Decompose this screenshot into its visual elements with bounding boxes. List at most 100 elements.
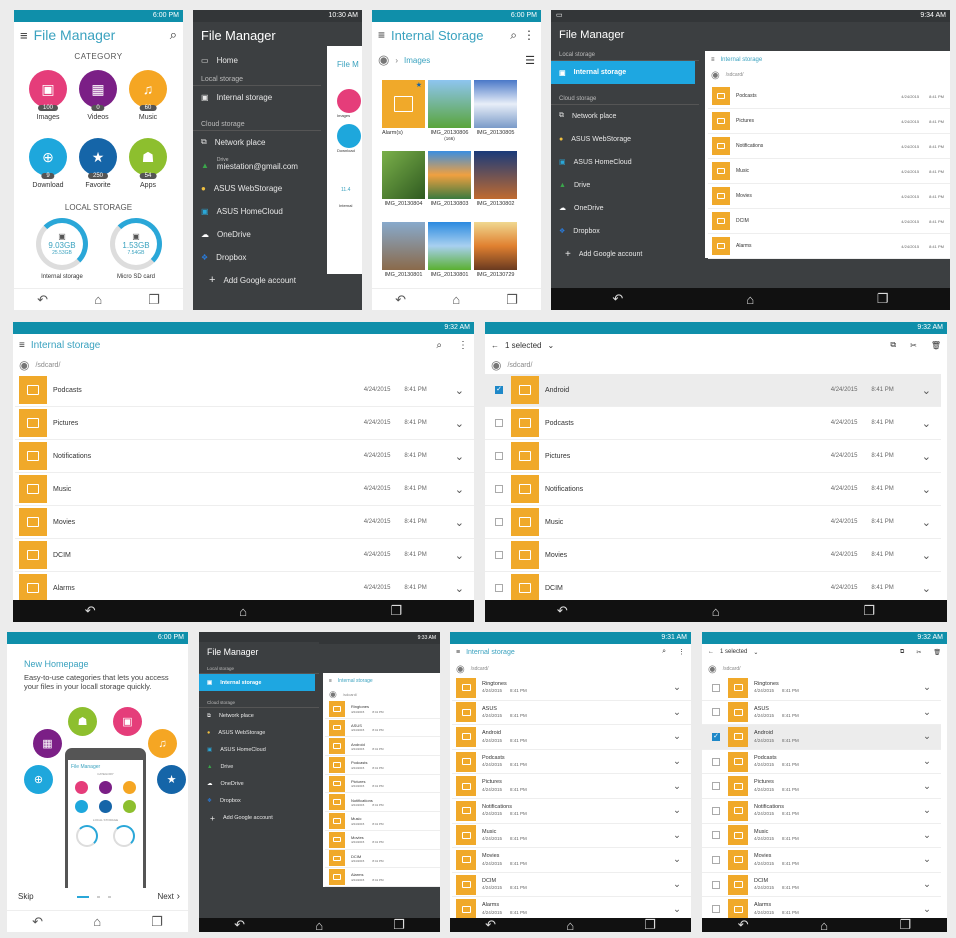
recent-apps-icon[interactable]: ❐: [900, 917, 912, 932]
checkbox[interactable]: ✓: [712, 732, 720, 741]
chevron-down-icon[interactable]: ⌄: [922, 483, 941, 496]
chevron-down-icon[interactable]: ⌄: [922, 549, 941, 562]
list-item[interactable]: Pictures 4/24/2015 8:41 PM: [325, 775, 440, 794]
menu-icon[interactable]: ≡: [711, 57, 715, 63]
list-item[interactable]: Music 4/24/2015 8:41 PM ⌄: [15, 473, 474, 506]
path-text[interactable]: /sdcard/: [507, 362, 532, 369]
drawer-item-cloud[interactable]: ● ASUS WebStorage: [199, 725, 319, 742]
storage-icon[interactable]: ◉: [378, 52, 389, 68]
checkbox[interactable]: [712, 782, 720, 791]
checkbox[interactable]: [495, 419, 503, 427]
menu-icon[interactable]: ≡: [456, 649, 460, 656]
chevron-down-icon[interactable]: ⌄: [922, 384, 941, 397]
back-arrow-icon[interactable]: ←: [708, 649, 714, 655]
home-icon[interactable]: ⌂: [746, 292, 754, 307]
checkbox[interactable]: ✓: [495, 386, 503, 394]
recent-apps-icon[interactable]: ❐: [393, 917, 405, 932]
chevron-down-icon[interactable]: ⌄: [673, 854, 691, 865]
grid-item[interactable]: IMG_20130801: [428, 222, 471, 278]
chevron-down-icon[interactable]: ⌄: [455, 582, 474, 595]
chevron-down-icon[interactable]: ⌄: [455, 384, 474, 397]
drawer-item-cloud[interactable]: ▲ Drive miestation@gmail.com: [193, 154, 321, 177]
home-icon[interactable]: ⌂: [566, 918, 574, 933]
list-item[interactable]: Pictures 4/24/2015 8:41 PM ⌄: [452, 774, 691, 799]
more-options-icon[interactable]: ⋮: [523, 28, 535, 42]
drawer-item-cloud[interactable]: ⧉ Network place: [193, 131, 321, 154]
path-text[interactable]: /sdcard/: [343, 692, 357, 697]
checkbox[interactable]: [712, 806, 720, 815]
list-item[interactable]: Pictures 4/24/2015 8:41 PM ⌄: [15, 407, 474, 440]
list-item[interactable]: Notifications 4/24/2015 8:41 PM ⌄: [485, 473, 941, 506]
chevron-down-icon[interactable]: ⌄: [455, 516, 474, 529]
checkbox[interactable]: [712, 831, 720, 840]
selection-count[interactable]: 1 selected: [720, 649, 747, 655]
add-google-account-button[interactable]: + Add Google account: [193, 269, 321, 292]
list-item[interactable]: Podcasts 4/24/2015 8:41 PM ⌄: [702, 750, 941, 775]
copy-icon[interactable]: ⧉: [900, 649, 904, 656]
list-item[interactable]: ASUS 4/24/2015 8:41 PM ⌄: [452, 701, 691, 726]
home-icon[interactable]: ⌂: [94, 292, 102, 307]
list-item[interactable]: Movies 4/24/2015 8:41 PM ⌄: [485, 539, 941, 572]
list-item[interactable]: DCIM 4/24/2015 8:41 PM ⌄: [15, 539, 474, 572]
list-item[interactable]: Music 4/24/2015 8:41 PM ⌄: [485, 506, 941, 539]
list-item[interactable]: Android 4/24/2015 8:41 PM ⌄: [452, 725, 691, 750]
path-text[interactable]: /sdcard/: [471, 666, 489, 672]
drawer-item-internal-storage[interactable]: ▣ Internal storage: [199, 674, 315, 691]
chevron-down-icon[interactable]: ⌄: [673, 879, 691, 890]
list-view-icon[interactable]: ☰: [525, 54, 535, 67]
menu-icon[interactable]: ≡: [19, 340, 25, 351]
drawer-item-cloud[interactable]: ▲ Drive: [551, 174, 699, 197]
drawer-item-cloud[interactable]: ❖ Dropbox: [193, 246, 321, 269]
chevron-down-icon[interactable]: ⌄: [922, 582, 941, 595]
back-arrow-icon[interactable]: ←: [491, 341, 499, 350]
chevron-down-icon[interactable]: ⌄: [673, 805, 691, 816]
back-icon[interactable]: ↶: [37, 292, 48, 308]
list-item[interactable]: DCIM 4/24/2015 8:41 PM ⌄: [702, 873, 941, 898]
list-item[interactable]: ASUS 4/24/2015 8:41 PM ⌄: [702, 701, 941, 726]
recent-apps-icon[interactable]: ❐: [644, 917, 656, 932]
list-item[interactable]: DCIM 4/24/2015 8:41 PM: [325, 850, 440, 869]
path-text[interactable]: /sdcard/: [723, 666, 741, 672]
chevron-down-icon[interactable]: ⌄: [923, 781, 941, 792]
chevron-down-icon[interactable]: ⌄: [923, 879, 941, 890]
list-item[interactable]: Music 4/24/2015 8:41 PM ⌄: [452, 824, 691, 849]
drawer-item-cloud[interactable]: ▣ ASUS HomeCloud: [199, 742, 319, 759]
grid-item[interactable]: IMG_20130804: [382, 151, 425, 207]
list-item[interactable]: Ringtones 4/24/2015 8:41 PM: [325, 700, 440, 719]
menu-icon[interactable]: ≡: [20, 28, 28, 43]
category-music[interactable]: ♫ 60 Music: [128, 70, 168, 121]
menu-icon[interactable]: ≡: [378, 28, 385, 42]
grid-item[interactable]: IMG_20130802: [474, 151, 517, 207]
drawer-item-cloud[interactable]: ☁ OneDrive: [193, 223, 321, 246]
home-icon[interactable]: ⌂: [315, 918, 323, 933]
chevron-down-icon[interactable]: ⌄: [922, 450, 941, 463]
list-item[interactable]: Pictures 4/24/2015 8:41 PM ⌄: [702, 774, 941, 799]
list-item[interactable]: Music 4/24/2015 8:41 PM ⌄: [702, 824, 941, 849]
drawer-item-cloud[interactable]: ⧉ Network place: [551, 105, 699, 128]
page-dot[interactable]: [77, 896, 89, 898]
home-icon[interactable]: ⌂: [239, 604, 247, 619]
list-item[interactable]: Android 4/24/2015 8:41 PM: [325, 737, 440, 757]
list-item[interactable]: Music 4/24/2015 8:41 PM: [708, 159, 950, 184]
more-options-icon[interactable]: ⋮: [458, 340, 468, 351]
chevron-down-icon[interactable]: ⌄: [455, 483, 474, 496]
back-icon[interactable]: ↶: [485, 917, 496, 932]
back-icon[interactable]: ↶: [557, 603, 568, 619]
checkbox[interactable]: [495, 485, 503, 493]
list-item[interactable]: Pictures 4/24/2015 8:41 PM: [708, 109, 950, 134]
drawer-item-cloud[interactable]: ● ASUS WebStorage: [193, 177, 321, 200]
list-item[interactable]: Notifications 4/24/2015 8:41 PM: [325, 793, 440, 813]
list-item[interactable]: Movies 4/24/2015 8:41 PM: [708, 184, 950, 209]
list-item[interactable]: Alarms 4/24/2015 8:41 PM: [325, 868, 440, 887]
chevron-down-icon[interactable]: ⌄: [753, 649, 758, 656]
checkbox[interactable]: [495, 452, 503, 460]
chevron-down-icon[interactable]: ⌄: [673, 830, 691, 841]
recent-apps-icon[interactable]: ❐: [148, 292, 160, 308]
chevron-down-icon[interactable]: ⌄: [922, 417, 941, 430]
list-item[interactable]: ✓ Android 4/24/2015 8:41 PM ⌄: [485, 374, 941, 407]
page-dot[interactable]: [97, 896, 100, 898]
add-google-account-button[interactable]: + Add Google account: [199, 810, 319, 827]
cut-icon[interactable]: ✂: [916, 649, 921, 656]
grid-item[interactable]: IMG_20130806 (166): [428, 80, 471, 141]
list-item[interactable]: Music 4/24/2015 8:41 PM: [325, 812, 440, 831]
